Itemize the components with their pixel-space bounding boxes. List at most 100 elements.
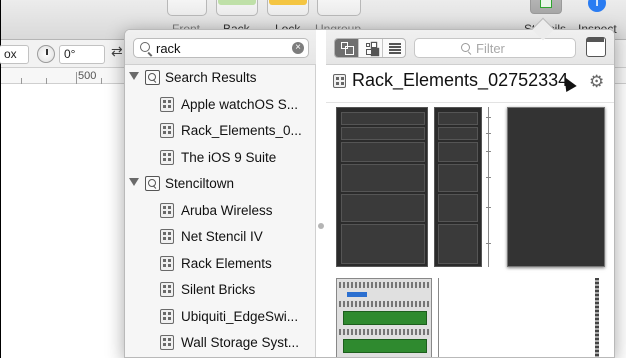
swap-arrows-icon[interactable]: ⇄ [111,43,123,60]
lock-swatch [269,0,307,5]
lock-button[interactable] [267,0,309,16]
rack-unit-labels[interactable] [486,107,504,267]
vent-stripe [339,301,431,307]
rack-unit [438,194,478,222]
item-label: Net Stencil IV [181,229,263,244]
rack-shape-full[interactable] [336,107,428,267]
label-tick [486,243,491,244]
item-label: Rack_Elements_0... [181,123,302,138]
stencil-tree: Search Results Apple watchOS S... Rack_E… [125,65,316,357]
stencils-icon [540,0,552,8]
inspect-icon[interactable]: i [588,0,606,12]
group-search-results[interactable]: Search Results [125,65,316,92]
stencil-icon [160,255,174,271]
label-tick [486,207,491,208]
stencil-icon [160,149,174,165]
list-item[interactable]: Wall Storage Syst... [125,330,316,357]
search-folder-icon [145,70,160,85]
search-folder-icon [145,176,160,191]
front-button[interactable] [167,0,207,16]
stencils-button[interactable] [530,0,562,14]
preview-toolbar: Filter [326,30,614,65]
grid-view-button[interactable] [359,39,383,57]
rack-unit [438,142,478,162]
clear-search-icon[interactable]: × [292,42,304,54]
ungroup-button[interactable] [317,0,361,16]
view-mode-segmented-control [334,38,406,58]
vent-stripe [339,329,431,335]
rack-unit [341,142,425,162]
vent-stripe [339,282,431,288]
rack-rail-shape[interactable] [521,278,601,357]
stencil-icon [333,74,346,88]
stencil-icon [160,229,174,244]
rotation-knob[interactable] [37,45,55,63]
stencil-icon [160,123,174,138]
search-row: rack × [125,30,316,65]
list-item[interactable]: Rack Elements [125,251,316,278]
rack-unit [341,112,425,125]
rotation-field[interactable]: 0° [59,45,105,64]
item-label: Wall Storage Syst... [181,335,300,350]
cascade-view-button[interactable] [335,39,359,57]
stencil-title: Rack_Elements_02752334 [352,70,569,90]
stencil-icon [160,202,174,218]
list-item[interactable]: Net Stencil IV [125,224,316,251]
disclosure-triangle-icon[interactable] [129,178,139,186]
back-swatch [218,0,256,5]
rack-unit [438,164,478,192]
gear-icon[interactable]: ⚙ [589,73,604,90]
stencil-icon [160,308,174,324]
stencil-icon [160,335,174,350]
pane-splitter-handle[interactable] [318,223,324,229]
label-tick [486,117,491,118]
rack-component-labels[interactable] [438,278,508,357]
group-stenciltown[interactable]: Stenciltown [125,171,316,198]
label-tick [486,133,491,134]
list-icon [389,43,401,45]
rack-unit [341,194,425,222]
server-hardware-shape[interactable] [336,278,432,357]
rack-unit [438,112,478,125]
rack-unit [438,127,478,140]
list-item[interactable]: Rack_Elements_0... [125,118,316,145]
stencil-library-popover: rack × Search Results Apple watchOS S...… [124,29,615,358]
rack-unit [341,224,425,264]
stencil-search-input[interactable]: rack × [133,38,309,58]
cascade-icon [341,42,354,55]
stencil-icon [160,96,174,112]
list-item[interactable]: Silent Bricks [125,277,316,304]
rack-unit [341,127,425,140]
grid-icon [365,43,372,55]
panel-toggle-icon[interactable] [586,37,606,57]
ruler-mark-label: 500 [78,70,97,82]
status-light [347,292,367,297]
list-item[interactable]: Aruba Wireless [125,198,316,225]
list-item[interactable]: The iOS 9 Suite [125,145,316,172]
search-value: rack [156,41,181,56]
back-button[interactable] [216,0,258,16]
rack-shape-half[interactable] [434,107,482,267]
list-view-button[interactable] [383,39,405,57]
stencil-source-pane: rack × Search Results Apple watchOS S...… [125,30,316,357]
group-label: Stenciltown [165,176,235,191]
filter-input[interactable]: Filter [414,38,576,58]
rail-post [595,278,599,357]
disclosure-triangle-icon[interactable] [129,72,139,80]
group-label: Search Results [165,70,257,85]
label-line [438,278,439,357]
label-tick [486,177,491,178]
filter-placeholder: Filter [476,41,505,56]
stencil-icon [160,282,174,297]
item-label: Aruba Wireless [181,202,273,218]
item-label: Silent Bricks [181,282,256,297]
list-item[interactable]: Ubiquiti_EdgeSwi... [125,304,316,331]
search-icon [461,43,470,52]
list-item[interactable]: Apple watchOS S... [125,92,316,119]
stencil-preview-pane: Filter Rack_Elements_02752334 ⚙ [326,30,614,357]
item-label: Rack Elements [181,255,272,271]
rack-shape-blank[interactable] [507,107,605,267]
search-icon [140,42,150,52]
size-field[interactable]: ox [0,45,29,64]
item-label: Apple watchOS S... [181,96,299,112]
